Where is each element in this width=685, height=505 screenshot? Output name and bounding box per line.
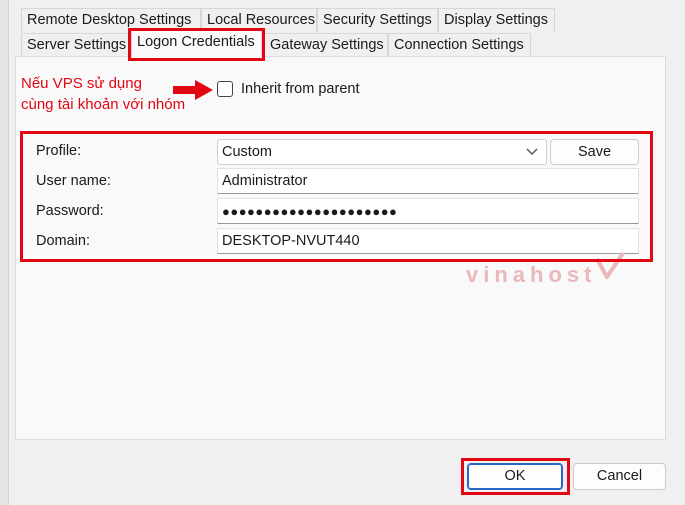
ok-button-label: OK — [504, 468, 526, 484]
tab-label: Gateway Settings — [270, 37, 384, 53]
window-edge — [0, 0, 9, 505]
password-label: Password: — [36, 203, 104, 219]
annotation-line: cùng tài khoản với nhóm — [21, 96, 186, 113]
tab-label: Local Resources — [207, 12, 315, 28]
profile-value: Custom — [222, 144, 272, 160]
tab-label: Logon Credentials — [137, 34, 255, 50]
tab-label: Display Settings — [444, 12, 548, 28]
tab-remote-desktop-settings[interactable]: Remote Desktop Settings — [21, 8, 201, 32]
watermark-logo: vinahost — [466, 262, 597, 287]
domain-label: Domain: — [36, 233, 90, 249]
save-button[interactable]: Save — [550, 139, 639, 165]
tab-server-settings[interactable]: Server Settings — [21, 33, 129, 57]
cancel-button[interactable]: Cancel — [573, 463, 666, 490]
watermark-check-icon — [595, 251, 625, 279]
tab-label: Connection Settings — [394, 37, 524, 53]
red-arrow-icon — [173, 80, 213, 100]
inherit-checkbox[interactable] — [217, 81, 233, 97]
domain-field[interactable]: DESKTOP-NVUT440 — [217, 228, 639, 254]
password-field[interactable]: ●●●●●●●●●●●●●●●●●●●●● — [217, 198, 639, 224]
inherit-label[interactable]: Inherit from parent — [241, 81, 359, 97]
chevron-down-icon — [526, 148, 538, 155]
tab-logon-credentials[interactable]: Logon Credentials — [131, 30, 262, 57]
profile-select[interactable]: Custom — [217, 139, 547, 165]
username-label: User name: — [36, 173, 111, 189]
tab-label: Security Settings — [323, 12, 432, 28]
annotation-line: Nếu VPS sử dụng — [21, 75, 142, 92]
cancel-button-label: Cancel — [596, 468, 643, 484]
tab-display-settings[interactable]: Display Settings — [438, 8, 555, 32]
tab-connection-settings[interactable]: Connection Settings — [388, 33, 531, 57]
annotation-note: Nếu VPS sử dụng cùng tài khoản với nhóm — [21, 73, 185, 115]
username-field[interactable]: Administrator — [217, 168, 639, 194]
tab-label: Server Settings — [27, 37, 127, 53]
tab-local-resources[interactable]: Local Resources — [201, 8, 317, 32]
ok-button[interactable]: OK — [467, 463, 563, 490]
tab-gateway-settings[interactable]: Gateway Settings — [264, 33, 388, 57]
tab-label: Remote Desktop Settings — [27, 12, 192, 28]
profile-label: Profile: — [36, 143, 82, 159]
save-button-label: Save — [577, 144, 612, 160]
tab-security-settings[interactable]: Security Settings — [317, 8, 438, 32]
